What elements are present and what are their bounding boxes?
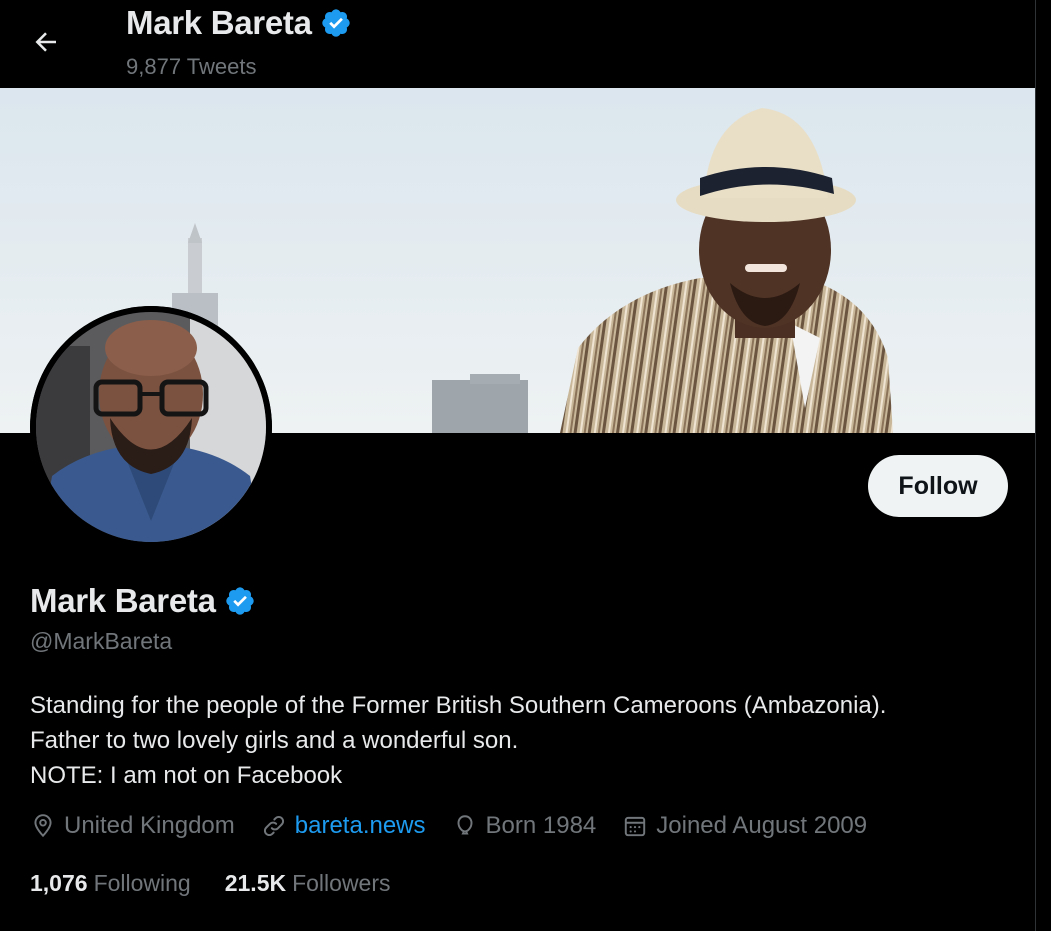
profile-avatar[interactable] <box>30 306 272 548</box>
display-name: Mark Bareta <box>30 582 216 619</box>
followers-label: Followers <box>292 870 391 896</box>
header-name-row: Mark Bareta <box>126 4 352 42</box>
link-icon <box>263 815 284 837</box>
joined-item: Joined August 2009 <box>622 812 867 840</box>
following-label: Following <box>93 870 191 896</box>
arrow-left-icon <box>35 32 56 52</box>
location-text: United Kingdom <box>64 812 235 839</box>
balloon-icon <box>457 815 472 835</box>
header-tweet-count: 9,877 Tweets <box>126 54 257 79</box>
bio-line: NOTE: I am not on Facebook <box>30 762 343 789</box>
following-count: 1,076 <box>30 870 88 896</box>
birth-text: Born 1984 <box>485 812 597 839</box>
website-link[interactable]: bareta.news <box>295 812 426 840</box>
follow-button[interactable]: Follow <box>868 455 1008 517</box>
profile-name-row: Mark Bareta <box>30 582 256 620</box>
location-pin-icon <box>34 814 52 838</box>
column-divider <box>1035 0 1036 931</box>
profile-meta: United Kingdom bareta.news Born 1984 Joi… <box>30 812 867 840</box>
verified-badge-icon <box>321 9 350 37</box>
back-button[interactable] <box>26 22 66 62</box>
calendar-icon <box>625 816 646 837</box>
followers-count: 21.5K <box>224 870 287 896</box>
profile-header-bar: Mark Bareta 9,877 Tweets <box>0 0 1035 88</box>
website-item: bareta.news <box>261 812 426 840</box>
bio-line: Father to two lovely girls and a wonderf… <box>30 727 519 754</box>
verified-badge-icon <box>225 587 254 615</box>
profile-stats: 1,076 Following 21.5K Followers <box>30 870 425 897</box>
followers-link[interactable]: 21.5K Followers <box>225 870 391 897</box>
profile-handle: @MarkBareta <box>30 628 173 654</box>
following-link[interactable]: 1,076 Following <box>30 870 191 897</box>
joined-text: Joined August 2009 <box>656 812 868 839</box>
location-item: United Kingdom <box>30 812 235 840</box>
avatar-image <box>30 306 272 548</box>
profile-bio: Standing for the people of the Former Br… <box>30 688 1030 793</box>
header-title: Mark Bareta <box>126 4 312 41</box>
birth-item: Born 1984 <box>452 812 597 840</box>
bio-line: Standing for the people of the Former Br… <box>30 692 887 719</box>
